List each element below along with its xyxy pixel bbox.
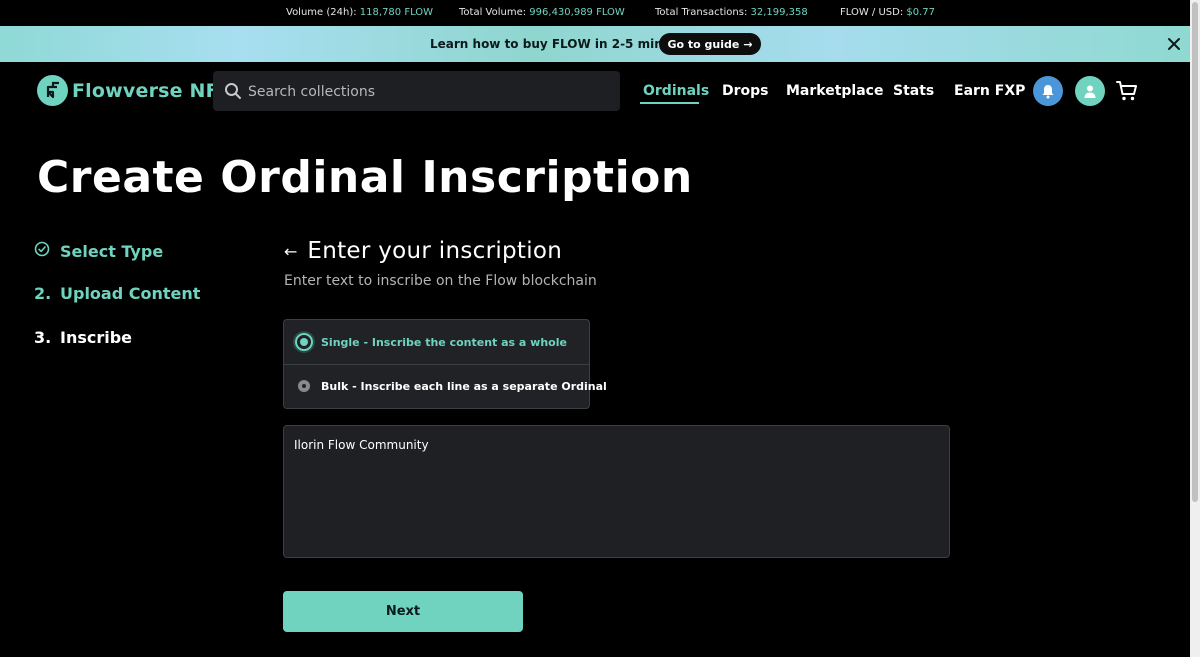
inscription-mode-radio-group: Single - Inscribe the content as a whole… [283,319,607,409]
promo-banner: Learn how to buy FLOW in 2-5 minutes Go … [0,26,1190,62]
radio-option-single[interactable]: Single - Inscribe the content as a whole [284,320,589,365]
search-input[interactable] [246,71,610,113]
arrow-right-icon: → [743,37,753,51]
guide-button-label: Go to guide [667,37,740,51]
flow-price-stat: FLOW / USD: $0.77 [840,7,935,18]
step-label: Inscribe [60,328,133,347]
user-avatar-icon [1084,85,1096,98]
flow-price-value: $0.77 [906,7,936,18]
total-volume-stat: Total Volume: 996,430,989 FLOW [459,7,625,18]
flowverse-logo-icon[interactable] [37,75,68,106]
page-title: Create Ordinal Inscription [37,152,693,203]
notifications-button[interactable] [1033,76,1063,106]
total-transactions-stat: Total Transactions: 32,199,358 [655,7,808,18]
volume-24h-stat: Volume (24h): 118,780 FLOW [286,7,433,18]
nav-link-drops[interactable]: Drops [722,83,769,99]
back-arrow-icon[interactable]: ← [284,242,297,261]
volume-24h-label: Volume (24h): [286,7,357,18]
step-upload-content[interactable]: 2. Upload Content [34,284,200,303]
cart-icon[interactable] [1115,79,1139,103]
nav-link-earn-fxp[interactable]: Earn FXP [954,83,1025,99]
flow-price-label: FLOW / USD: [840,7,904,18]
close-icon[interactable] [1166,36,1182,52]
scrollbar-thumb[interactable] [1192,2,1198,502]
go-to-guide-button[interactable]: Go to guide → [659,33,761,55]
stats-ticker: Volume (24h): 118,780 FLOW Total Volume:… [0,0,1190,26]
radio-option-bulk[interactable]: Bulk - Inscribe each line as a separate … [284,364,607,408]
form-title: Enter your inscription [307,238,563,264]
check-circle-icon [34,241,60,261]
total-volume-value: 996,430,989 FLOW [529,7,625,18]
form-subtitle: Enter text to inscribe on the Flow block… [284,273,597,289]
step-number: 2. [34,284,52,303]
next-button[interactable]: Next [283,591,523,632]
step-label: Select Type [60,241,164,261]
total-transactions-label: Total Transactions: [655,7,748,18]
inscription-text-input[interactable]: Ilorin Flow Community [283,425,950,558]
active-nav-underline [640,102,699,104]
step-label: Upload Content [60,284,201,303]
step-inscribe[interactable]: 3. Inscribe [34,328,132,347]
step-number: 3. [34,328,52,347]
nav-link-stats[interactable]: Stats [893,83,934,99]
radio-selected-icon[interactable] [295,333,313,351]
brand-name[interactable]: Flowverse NFT [72,80,232,102]
radio-unselected-icon[interactable] [298,380,310,392]
profile-button[interactable] [1075,76,1105,106]
volume-24h-value: 118,780 FLOW [359,7,434,18]
total-volume-label: Total Volume: [459,7,527,18]
notification-bell-icon [1042,84,1054,98]
radio-option-label: Bulk - Inscribe each line as a separate … [321,379,607,393]
nav-link-marketplace[interactable]: Marketplace [786,83,883,99]
search-bar[interactable] [213,71,620,113]
form-header: ← Enter your inscription [284,238,562,264]
nav-link-ordinals[interactable]: Ordinals [643,83,709,99]
step-select-type[interactable]: Select Type [34,241,163,261]
page-scrollbar[interactable] [1190,0,1200,657]
total-transactions-value: 32,199,358 [750,7,808,18]
banner-message: Learn how to buy FLOW in 2-5 minutes [430,37,693,51]
top-navbar: Flowverse NFT Ordinals Drops Marketplace… [0,62,1190,120]
search-icon [225,83,241,99]
radio-option-label: Single - Inscribe the content as a whole [321,335,567,349]
